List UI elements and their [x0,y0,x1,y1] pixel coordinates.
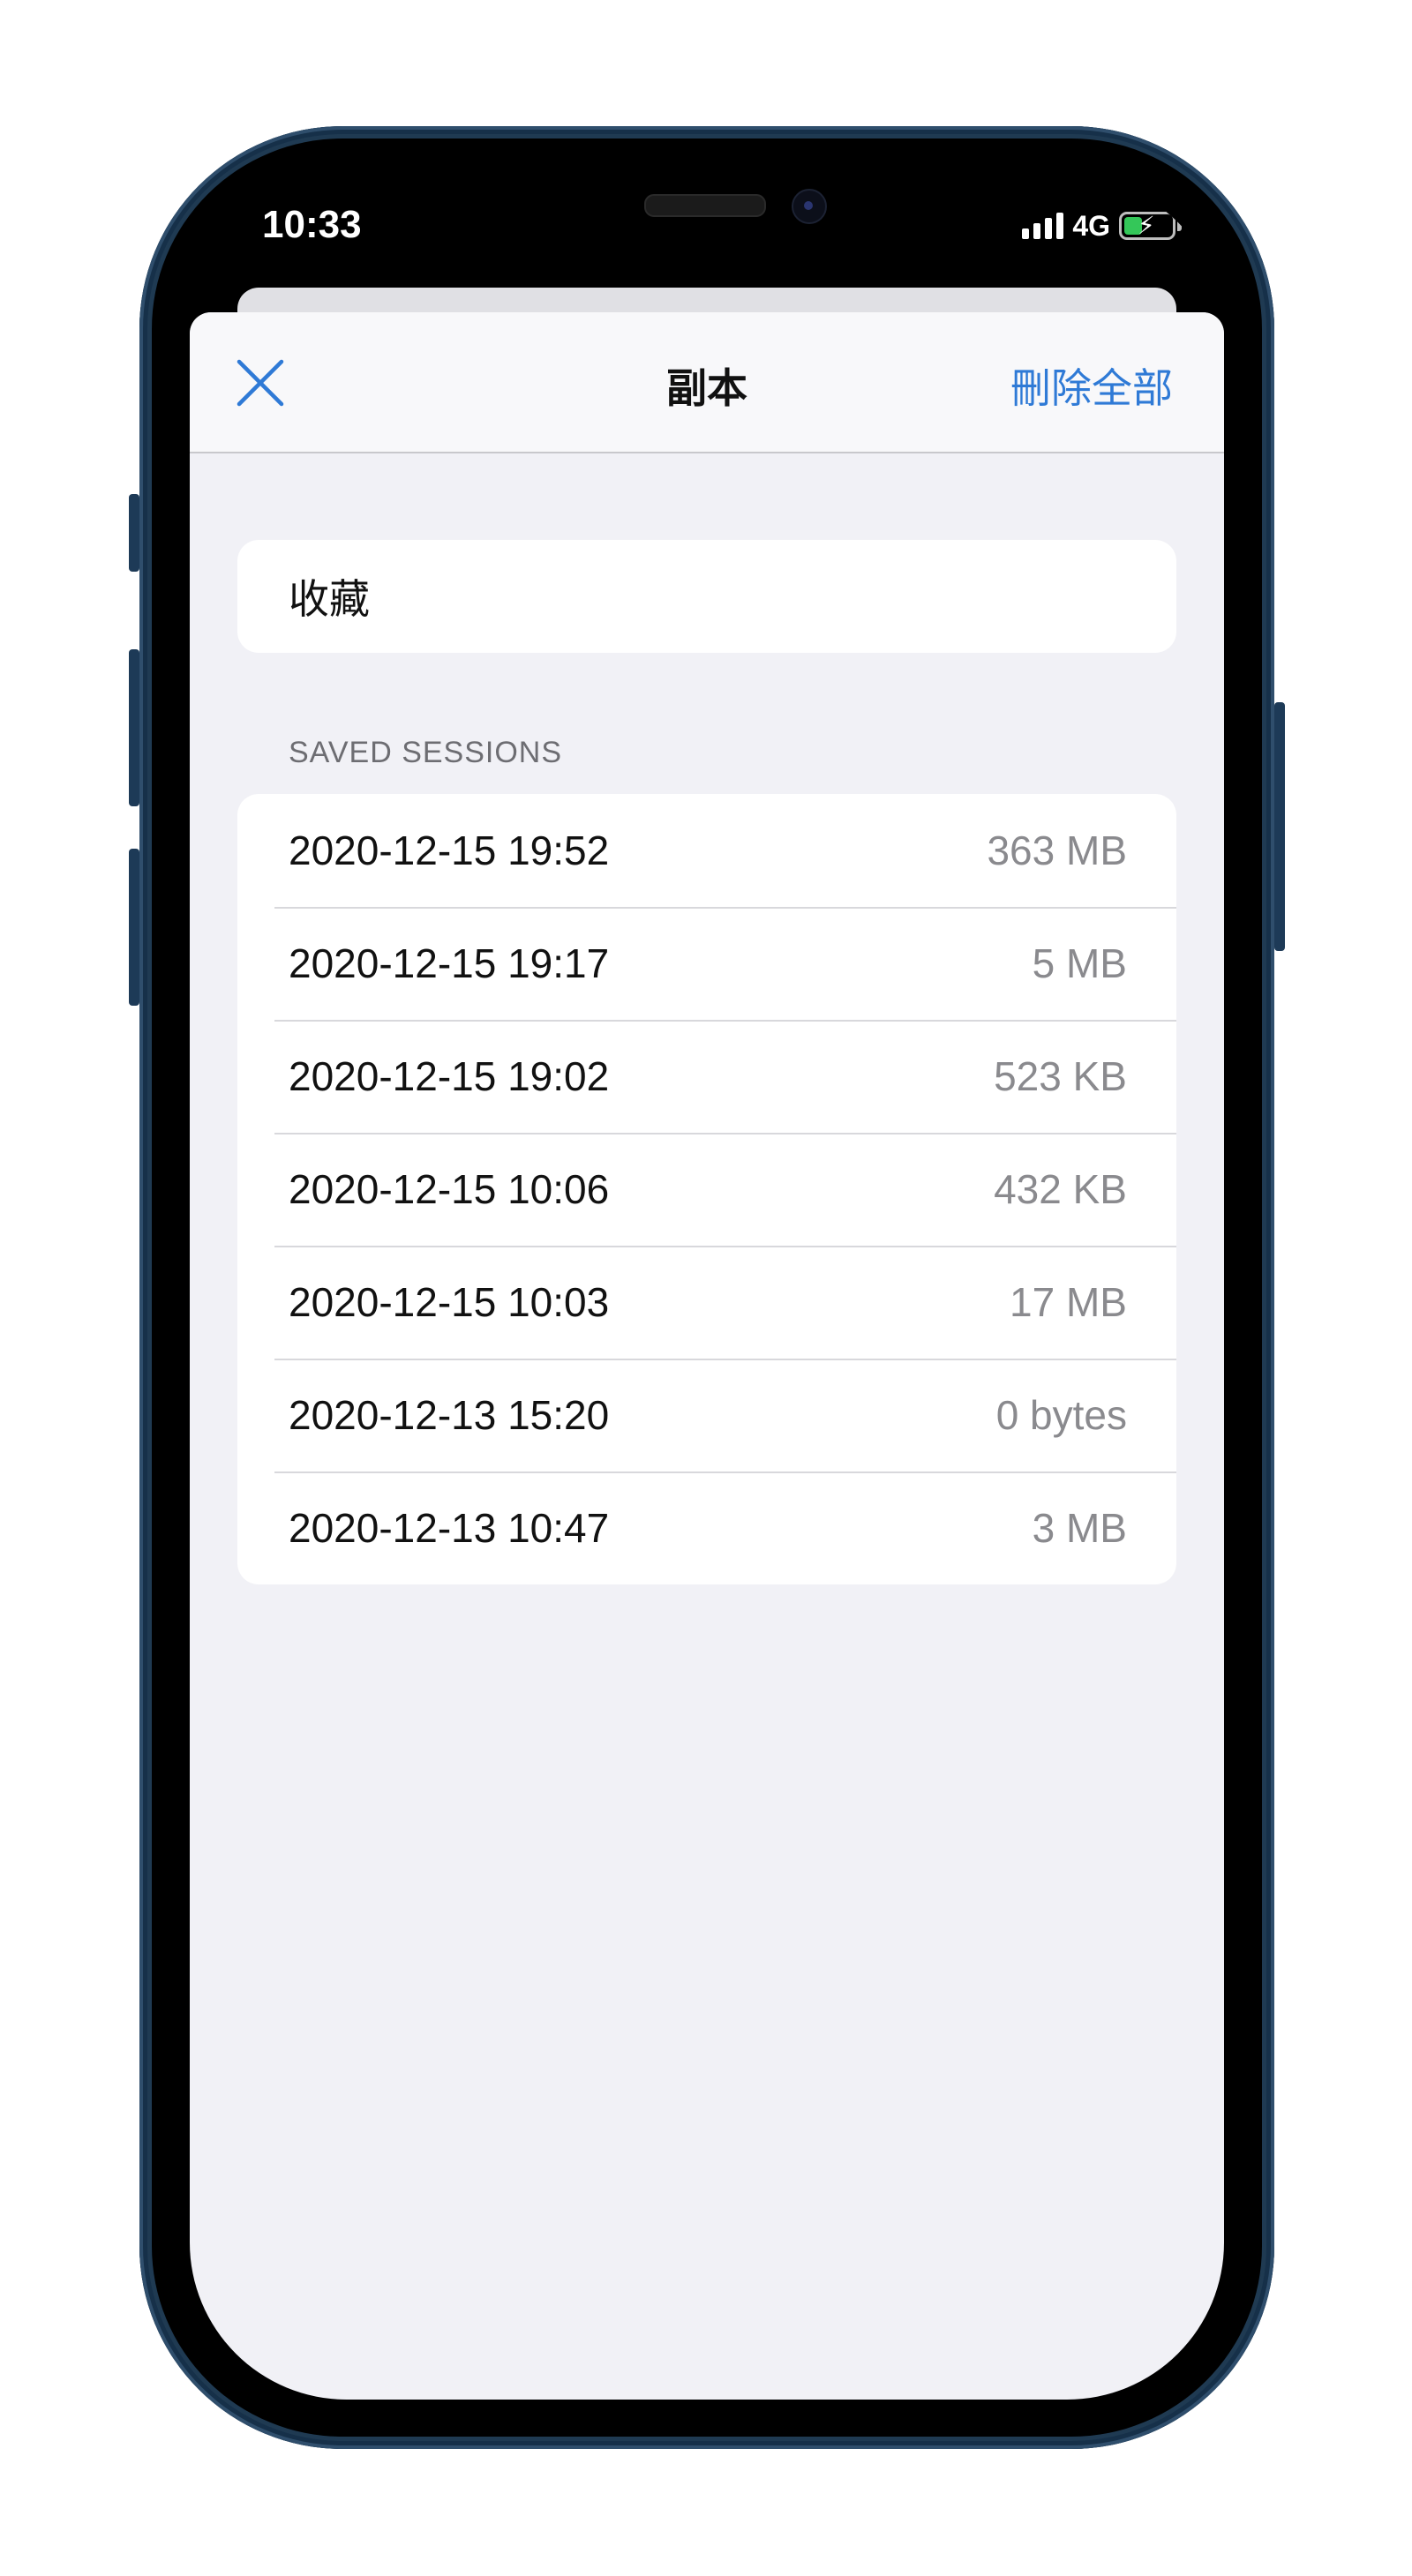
session-date: 2020-12-15 19:02 [289,1053,610,1099]
session-size: 0 bytes [995,1392,1127,1438]
session-size: 363 MB [987,827,1127,873]
session-row[interactable]: 2020-12-13 10:47 3 MB [237,1471,1176,1584]
front-camera-icon [792,189,827,224]
session-date: 2020-12-15 19:17 [289,940,610,986]
session-row[interactable]: 2020-12-15 19:17 5 MB [237,907,1176,1020]
session-date: 2020-12-15 10:06 [289,1166,610,1212]
session-row[interactable]: 2020-12-13 15:20 0 bytes [237,1359,1176,1471]
session-date: 2020-12-15 19:52 [289,827,610,873]
favorites-cell[interactable]: 收藏 [237,540,1176,653]
session-row[interactable]: 2020-12-15 19:52 363 MB [237,794,1176,907]
screen: 10:33 4G ⚡ 副本 刪除全部 收藏 SAVED SESSIONS 202… [190,176,1224,2400]
session-date: 2020-12-13 10:47 [289,1505,610,1551]
session-size: 523 KB [994,1053,1127,1099]
session-size: 432 KB [994,1166,1127,1212]
session-date: 2020-12-15 10:03 [289,1279,610,1325]
session-size: 3 MB [1032,1505,1127,1551]
session-row[interactable]: 2020-12-15 10:06 432 KB [237,1133,1176,1246]
battery-charging-icon: ⚡ [1119,212,1175,240]
cellular-signal-icon [1022,213,1064,239]
mute-switch [129,494,139,572]
session-size: 5 MB [1032,940,1127,986]
session-row[interactable]: 2020-12-15 19:02 523 KB [237,1020,1176,1133]
volume-up-button [129,649,139,806]
network-type: 4G [1072,209,1110,242]
earpiece-speaker [644,194,766,217]
favorites-label: 收藏 [289,576,370,622]
saved-sessions-header: SAVED SESSIONS [289,736,563,769]
status-icons: 4G ⚡ [1022,208,1182,243]
modal-sheet: 副本 刪除全部 收藏 SAVED SESSIONS 2020-12-15 19:… [190,312,1224,2400]
power-button [1274,702,1285,951]
battery-cap [1177,221,1182,231]
session-date: 2020-12-13 15:20 [289,1392,610,1438]
navigation-bar: 副本 刪除全部 [190,312,1224,453]
session-row[interactable]: 2020-12-15 10:03 17 MB [237,1246,1176,1359]
volume-down-button [129,849,139,1006]
status-time: 10:33 [262,203,362,246]
delete-all-button[interactable]: 刪除全部 [1010,356,1173,415]
saved-sessions-list: 2020-12-15 19:52 363 MB 2020-12-15 19:17… [237,794,1176,1584]
session-size: 17 MB [1010,1279,1127,1325]
